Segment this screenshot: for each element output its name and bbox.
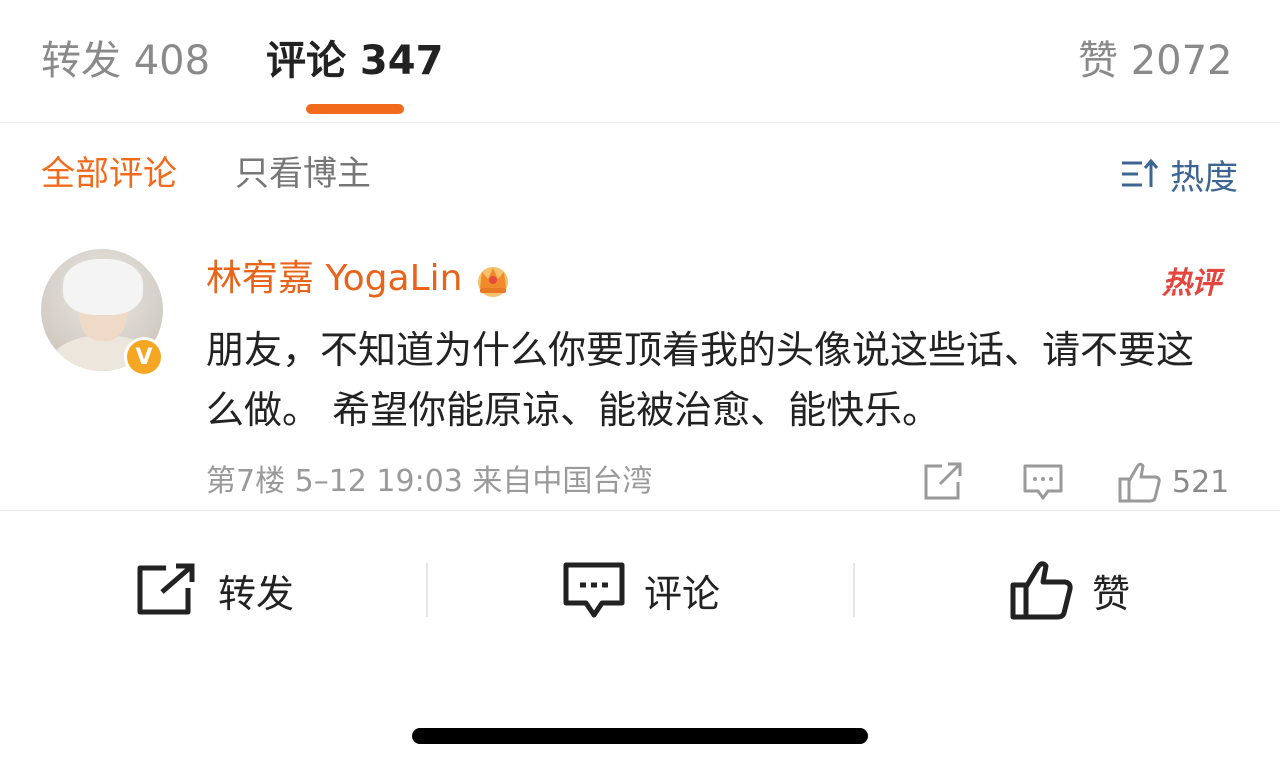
comment-username[interactable]: 林宥嘉 YogaLin bbox=[206, 254, 514, 304]
tab-bar: 转发 408 评论 347 赞 2072 bbox=[0, 0, 1280, 123]
username-text: 林宥嘉 YogaLin bbox=[206, 258, 463, 299]
thumbs-up-icon bbox=[1010, 561, 1073, 620]
share-icon bbox=[137, 563, 195, 615]
separator bbox=[853, 563, 855, 617]
tab-likes[interactable]: 赞 2072 bbox=[1078, 34, 1233, 88]
comment-like-count: 521 bbox=[1172, 464, 1230, 500]
repost-label: 转发 bbox=[218, 571, 295, 616]
hot-comment-tag: 热评 bbox=[1162, 266, 1221, 301]
verified-badge: V bbox=[124, 337, 164, 377]
comment-button[interactable]: 评论 bbox=[562, 560, 720, 620]
sort-by-hot-button[interactable]: 热度 bbox=[1120, 150, 1238, 198]
separator bbox=[426, 563, 428, 617]
active-tab-indicator bbox=[306, 104, 404, 114]
filter-all-comments[interactable]: 全部评论 bbox=[41, 150, 177, 198]
comment-like-button[interactable]: 521 bbox=[1118, 460, 1229, 504]
share-icon bbox=[924, 462, 962, 500]
filter-owner-only[interactable]: 只看博主 bbox=[235, 150, 371, 198]
like-label: 赞 bbox=[1092, 571, 1131, 616]
repost-button[interactable]: 转发 bbox=[134, 560, 294, 620]
thumbs-up-icon bbox=[1118, 462, 1161, 503]
crown-icon bbox=[478, 267, 509, 297]
comment-meta: 第7楼 5–12 19:03 来自中国台湾 bbox=[206, 464, 653, 499]
like-button[interactable]: 赞 bbox=[1010, 560, 1130, 620]
comment-text: 朋友，不知道为什么你要顶着我的头像说这些话、请不要这么做。 希望你能原谅、能被治… bbox=[206, 328, 1195, 432]
tab-comments[interactable]: 评论 347 bbox=[266, 34, 443, 88]
comment-reply-button[interactable] bbox=[1022, 460, 1064, 504]
comment-label: 评论 bbox=[644, 571, 721, 616]
tab-repost[interactable]: 转发 408 bbox=[41, 34, 210, 88]
divider bbox=[0, 510, 1280, 511]
sort-icon bbox=[1122, 158, 1159, 187]
sort-label: 热度 bbox=[1170, 157, 1238, 198]
comment-icon bbox=[1023, 464, 1063, 500]
comment-share-button[interactable] bbox=[922, 460, 964, 504]
home-indicator bbox=[412, 728, 868, 744]
comment-icon bbox=[563, 562, 625, 618]
